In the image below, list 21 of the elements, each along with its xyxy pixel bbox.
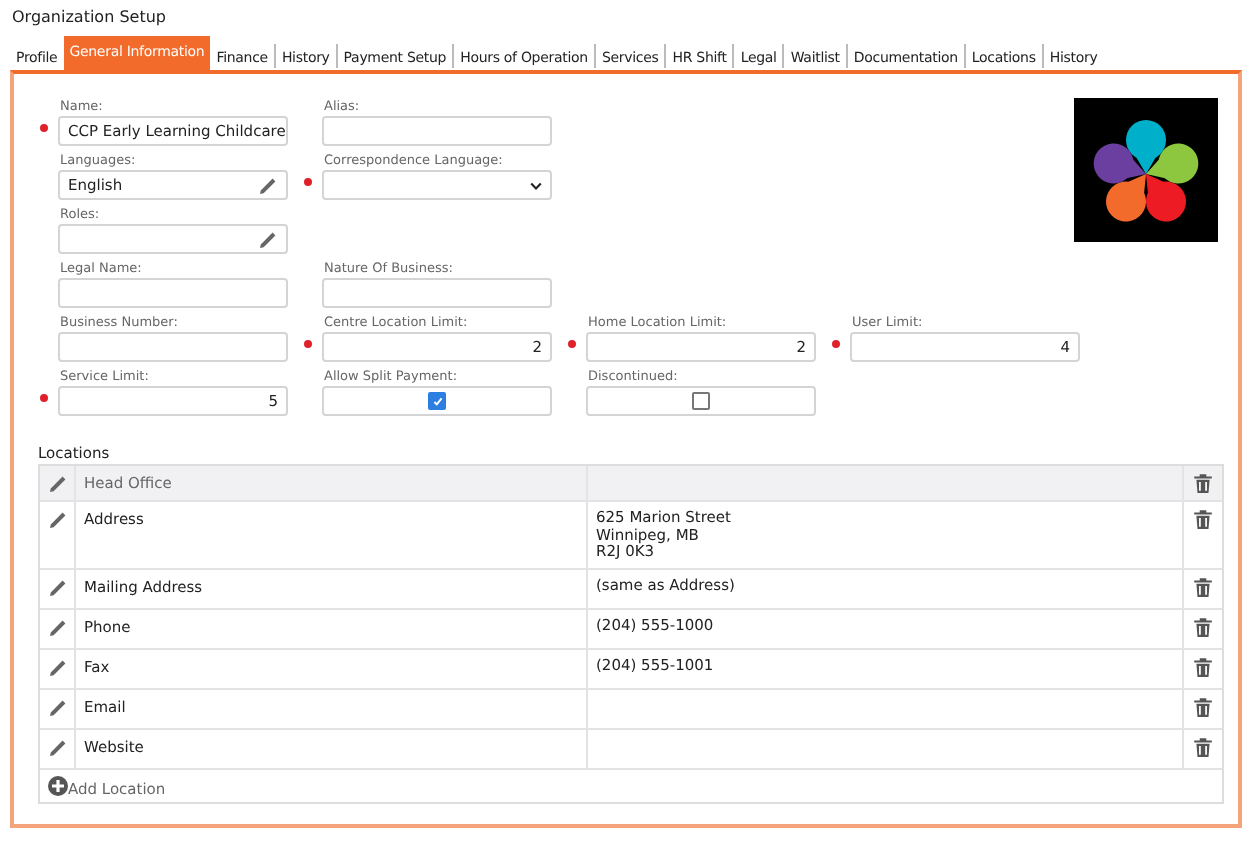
- dropdown-field[interactable]: [322, 170, 552, 200]
- flower-logo: [1074, 98, 1218, 242]
- trash-icon[interactable]: [1192, 508, 1214, 530]
- trash-icon[interactable]: [1192, 695, 1214, 717]
- pencil-icon[interactable]: [258, 229, 278, 249]
- text-field[interactable]: [58, 278, 288, 308]
- pencil-icon[interactable]: [258, 175, 278, 195]
- trash-icon[interactable]: [1192, 655, 1214, 677]
- checkbox[interactable]: [692, 392, 710, 410]
- caret-icon: [530, 179, 542, 191]
- checkbox[interactable]: [428, 392, 446, 410]
- add-icon[interactable]: [48, 775, 68, 795]
- trash-icon[interactable]: [1192, 472, 1214, 494]
- text-field[interactable]: [322, 116, 552, 146]
- text-field[interactable]: [322, 278, 552, 308]
- trash-icon[interactable]: [1192, 735, 1214, 757]
- trash-icon[interactable]: [1192, 575, 1214, 597]
- picker-field[interactable]: [58, 224, 288, 254]
- trash-icon[interactable]: [1192, 615, 1214, 637]
- text-field[interactable]: [58, 332, 288, 362]
- page-title: Organization Setup: [10, 6, 168, 30]
